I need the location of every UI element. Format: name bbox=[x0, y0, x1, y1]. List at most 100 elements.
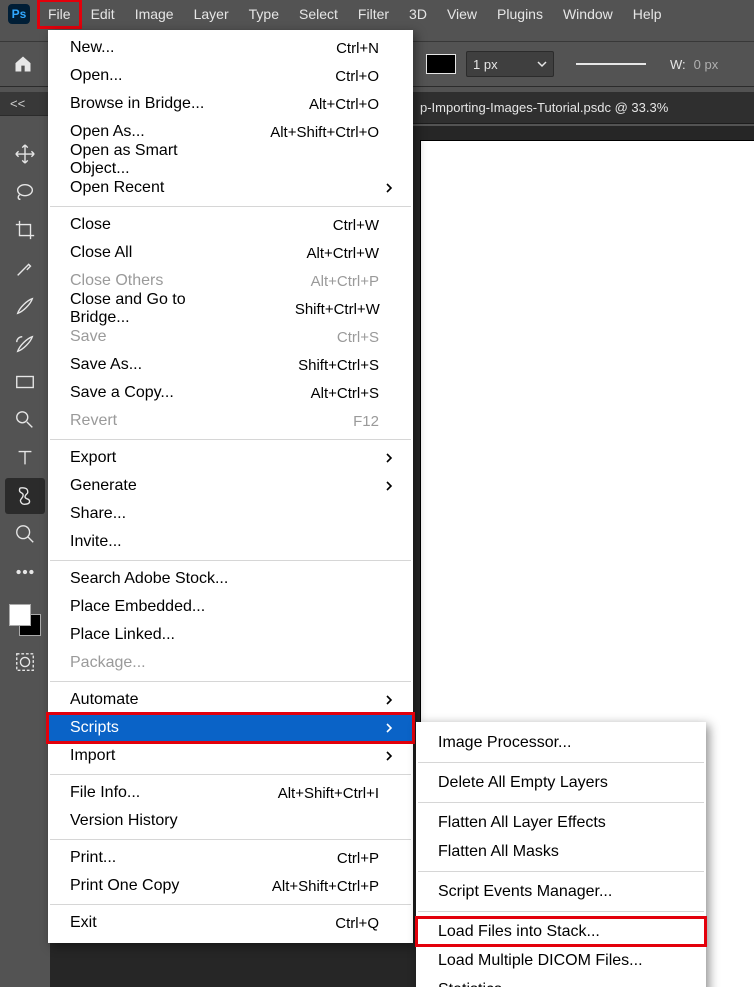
menu-item-label: Place Linked... bbox=[70, 626, 229, 644]
file-menu-item[interactable]: Print...Ctrl+P bbox=[48, 844, 413, 872]
menu-item-label: Print... bbox=[70, 849, 229, 867]
tool-brush[interactable] bbox=[5, 288, 45, 324]
menu-view[interactable]: View bbox=[437, 0, 487, 28]
menu-layer[interactable]: Layer bbox=[184, 0, 239, 28]
menu-item-label: Scripts bbox=[70, 719, 229, 737]
foreground-color-swatch[interactable] bbox=[9, 604, 31, 626]
file-menu-item[interactable]: Open as Smart Object... bbox=[48, 146, 413, 174]
home-button[interactable] bbox=[0, 42, 46, 86]
scripts-menu-item[interactable]: Delete All Empty Layers bbox=[416, 768, 706, 797]
menu-image[interactable]: Image bbox=[125, 0, 184, 28]
file-menu-item[interactable]: Browse in Bridge...Alt+Ctrl+O bbox=[48, 90, 413, 118]
menu-item-label: Open As... bbox=[70, 123, 229, 141]
tool-crop[interactable] bbox=[5, 212, 45, 248]
scripts-menu-item[interactable]: Load Multiple DICOM Files... bbox=[416, 946, 706, 975]
file-menu-item[interactable]: Place Linked... bbox=[48, 621, 413, 649]
submenu-arrow-icon bbox=[379, 750, 393, 762]
menu-item-label: Place Embedded... bbox=[70, 598, 229, 616]
file-menu-item[interactable]: Generate bbox=[48, 472, 413, 500]
tool-quick-mask[interactable] bbox=[5, 644, 45, 680]
tool-history-brush[interactable] bbox=[5, 326, 45, 362]
menu-item-label: Delete All Empty Layers bbox=[438, 774, 608, 792]
file-menu-item[interactable]: Close and Go to Bridge...Shift+Ctrl+W bbox=[48, 295, 413, 323]
menu-item-label: Version History bbox=[70, 812, 229, 830]
menu-separator bbox=[418, 911, 704, 912]
file-menu-item[interactable]: Share... bbox=[48, 500, 413, 528]
menu-3d[interactable]: 3D bbox=[399, 0, 437, 28]
menu-filter[interactable]: Filter bbox=[348, 0, 399, 28]
file-menu-item[interactable]: Export bbox=[48, 444, 413, 472]
file-menu-item[interactable]: New...Ctrl+N bbox=[48, 34, 413, 62]
document-tab-title[interactable]: p-Importing-Images-Tutorial.psdc @ 33.3% bbox=[420, 100, 668, 115]
menu-item-label: Package... bbox=[70, 654, 229, 672]
file-menu-item[interactable]: Invite... bbox=[48, 528, 413, 556]
scripts-menu-item[interactable]: Image Processor... bbox=[416, 728, 706, 757]
menu-separator bbox=[418, 802, 704, 803]
menu-item-shortcut: Ctrl+W bbox=[229, 217, 379, 234]
file-menu-item[interactable]: Open Recent bbox=[48, 174, 413, 202]
scripts-menu-item[interactable]: Flatten All Layer Effects bbox=[416, 808, 706, 837]
scripts-menu-item[interactable]: Script Events Manager... bbox=[416, 877, 706, 906]
menu-item-label: Statistics... bbox=[438, 981, 515, 987]
file-menu-item[interactable]: Version History bbox=[48, 807, 413, 835]
stroke-style-dropdown[interactable] bbox=[566, 53, 656, 75]
scripts-menu-item[interactable]: Load Files into Stack... bbox=[416, 917, 706, 946]
file-menu-item: RevertF12 bbox=[48, 407, 413, 435]
width-value[interactable]: 0 px bbox=[694, 57, 754, 72]
file-menu-item[interactable]: Place Embedded... bbox=[48, 593, 413, 621]
menu-plugins[interactable]: Plugins bbox=[487, 0, 553, 28]
menu-separator bbox=[50, 839, 411, 840]
file-menu-item[interactable]: Print One CopyAlt+Shift+Ctrl+P bbox=[48, 872, 413, 900]
menu-item-shortcut: Alt+Ctrl+W bbox=[229, 245, 379, 262]
file-menu-item[interactable]: ExitCtrl+Q bbox=[48, 909, 413, 937]
tool-zoom[interactable] bbox=[5, 516, 45, 552]
scripts-menu-item[interactable]: Statistics... bbox=[416, 975, 706, 987]
menu-select[interactable]: Select bbox=[289, 0, 348, 28]
file-menu-item[interactable]: CloseCtrl+W bbox=[48, 211, 413, 239]
tool-gradient[interactable] bbox=[5, 364, 45, 400]
menu-item-label: Invite... bbox=[70, 533, 229, 551]
tool-shape[interactable] bbox=[5, 478, 45, 514]
tool-lasso[interactable] bbox=[5, 174, 45, 210]
shape-fill-swatch[interactable] bbox=[426, 54, 456, 74]
stroke-width-field[interactable]: 1 px bbox=[466, 51, 554, 77]
menu-file[interactable]: File bbox=[38, 0, 81, 28]
file-menu-item[interactable]: File Info...Alt+Shift+Ctrl+I bbox=[48, 779, 413, 807]
tool-eyedropper[interactable] bbox=[5, 250, 45, 286]
file-menu-item[interactable]: Scripts bbox=[48, 714, 413, 742]
menu-window[interactable]: Window bbox=[553, 0, 623, 28]
file-menu-dropdown: New...Ctrl+NOpen...Ctrl+OBrowse in Bridg… bbox=[48, 30, 413, 943]
menu-edit[interactable]: Edit bbox=[81, 0, 125, 28]
file-menu-item[interactable]: Search Adobe Stock... bbox=[48, 565, 413, 593]
tool-move[interactable] bbox=[5, 136, 45, 172]
tool-dodge[interactable] bbox=[5, 402, 45, 438]
menu-item-label: Flatten All Masks bbox=[438, 843, 559, 861]
menu-separator bbox=[50, 904, 411, 905]
menu-item-label: Load Files into Stack... bbox=[438, 923, 600, 941]
menu-item-shortcut: Ctrl+S bbox=[229, 329, 379, 346]
submenu-arrow-icon bbox=[379, 182, 393, 194]
menu-item-label: Open Recent bbox=[70, 179, 229, 197]
stroke-width-dropdown[interactable] bbox=[531, 52, 553, 76]
menu-type[interactable]: Type bbox=[239, 0, 289, 28]
menu-separator bbox=[50, 560, 411, 561]
scripts-menu-item[interactable]: Flatten All Masks bbox=[416, 837, 706, 866]
menu-help[interactable]: Help bbox=[623, 0, 672, 28]
file-menu-item[interactable]: Import bbox=[48, 742, 413, 770]
menu-item-shortcut: Ctrl+Q bbox=[229, 915, 379, 932]
menu-item-label: Close and Go to Bridge... bbox=[70, 291, 239, 327]
file-menu-item[interactable]: Open...Ctrl+O bbox=[48, 62, 413, 90]
tool-type[interactable] bbox=[5, 440, 45, 476]
menu-separator bbox=[50, 206, 411, 207]
color-swatches[interactable] bbox=[5, 598, 45, 642]
file-menu-item[interactable]: Save As...Shift+Ctrl+S bbox=[48, 351, 413, 379]
menu-item-label: Load Multiple DICOM Files... bbox=[438, 952, 643, 970]
menu-item-label: Open as Smart Object... bbox=[70, 142, 235, 178]
file-menu-item[interactable]: Save a Copy...Alt+Ctrl+S bbox=[48, 379, 413, 407]
file-menu-item[interactable]: Automate bbox=[48, 686, 413, 714]
tool-more[interactable] bbox=[5, 554, 45, 590]
tools-panel bbox=[0, 130, 50, 680]
file-menu-item[interactable]: Close AllAlt+Ctrl+W bbox=[48, 239, 413, 267]
menu-item-label: Search Adobe Stock... bbox=[70, 570, 229, 588]
menu-separator bbox=[418, 762, 704, 763]
